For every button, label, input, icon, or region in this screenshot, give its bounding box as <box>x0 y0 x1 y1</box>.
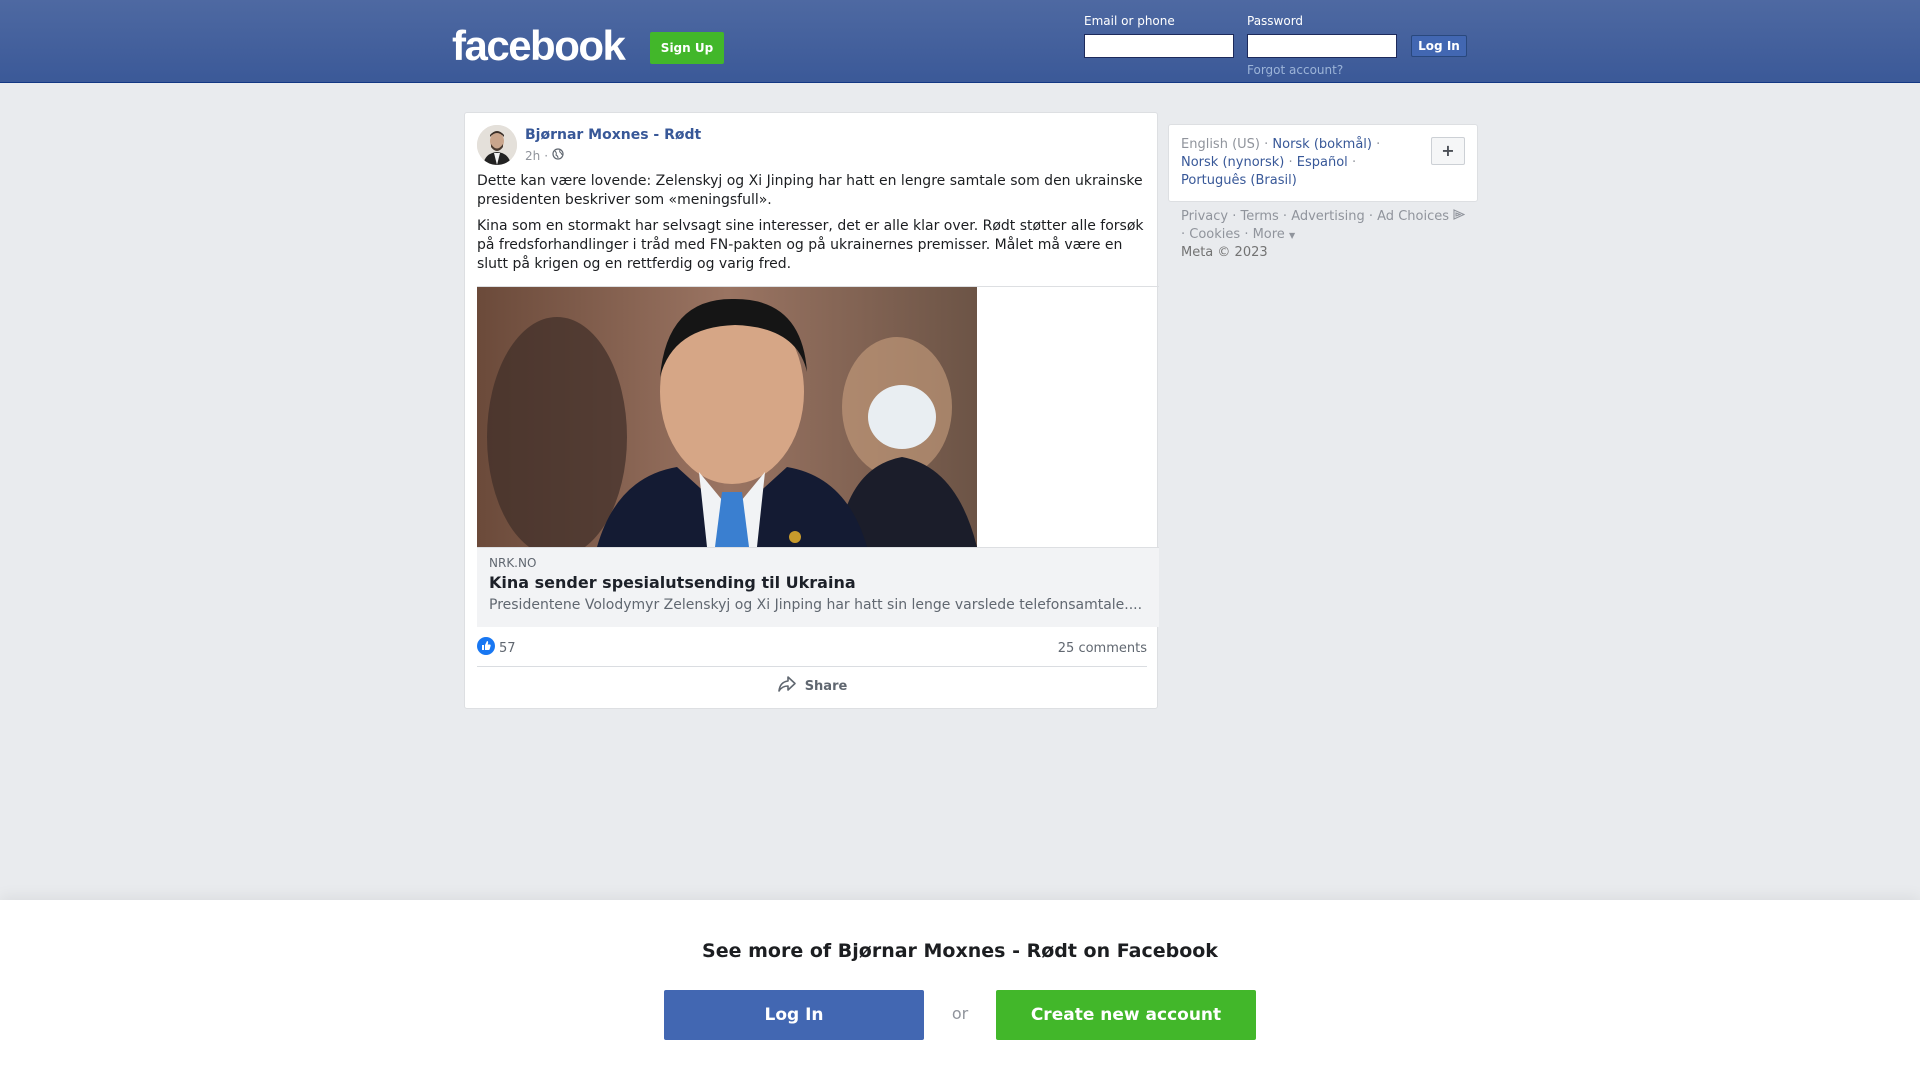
footer-link-privacy[interactable]: Privacy <box>1181 209 1228 224</box>
banner-title: See more of Bjørnar Moxnes - Rødt on Fac… <box>702 940 1218 962</box>
link-source: NRK.NO <box>489 556 537 570</box>
footer-link-ad-choices[interactable]: Ad Choices <box>1377 209 1449 224</box>
post-author-link[interactable]: Bjørnar Moxnes - Rødt <box>525 127 701 143</box>
plus-icon: + <box>1441 141 1455 160</box>
footer-link-cookies[interactable]: Cookies <box>1189 227 1240 242</box>
copyright: Meta © 2023 <box>1181 245 1268 260</box>
share-button[interactable]: Share <box>477 671 1147 701</box>
footer-more-label: More <box>1252 227 1285 242</box>
banner-log-in-button[interactable]: Log In <box>664 990 924 1040</box>
password-label: Password <box>1247 14 1304 28</box>
ad-choices-icon <box>1453 209 1466 224</box>
login-prompt-banner: See more of Bjørnar Moxnes - Rødt on Fac… <box>0 900 1920 1080</box>
top-bar: facebook Sign Up Email or phone Password… <box>0 0 1920 83</box>
link-preview-card[interactable]: NRK.NO Kina sender spesialutsending til … <box>477 286 1159 627</box>
caret-down-icon: ▼ <box>1288 231 1296 240</box>
share-icon <box>777 675 797 697</box>
link-description: Presidentene Volodymyr Zelenskyj og Xi J… <box>489 597 1143 613</box>
post-paragraph: Dette kan være lovende: Zelenskyj og Xi … <box>477 173 1143 208</box>
avatar[interactable] <box>477 125 517 165</box>
more-languages-button[interactable]: + <box>1431 137 1465 165</box>
post-paragraph: Kina som en stormakt har selvsagt sine i… <box>477 218 1144 272</box>
comment-count-link[interactable]: 25 comments <box>1058 641 1147 656</box>
like-count: 57 <box>499 640 516 656</box>
link-preview-image[interactable] <box>477 287 977 547</box>
footer-link-advertising[interactable]: Advertising <box>1291 209 1365 224</box>
email-label: Email or phone <box>1084 14 1175 28</box>
post-meta: 2h · <box>525 148 564 163</box>
footer-link-more[interactable]: More ▼ <box>1253 227 1296 242</box>
facebook-logo[interactable]: facebook <box>452 22 626 70</box>
create-account-button[interactable]: Create new account <box>996 990 1256 1040</box>
language-selector-box: English (US) · Norsk (bokmål) · Norsk (n… <box>1168 124 1478 202</box>
like-count-group[interactable]: 57 <box>477 637 516 659</box>
current-language: English (US) <box>1181 137 1260 152</box>
share-label: Share <box>804 678 848 694</box>
language-link-norsk-bokmal[interactable]: Norsk (bokmål) <box>1272 137 1372 152</box>
language-link-espanol[interactable]: Español <box>1297 155 1348 170</box>
banner-or-label: or <box>951 1004 969 1023</box>
language-list: English (US) · Norsk (bokmål) · Norsk (n… <box>1181 137 1381 188</box>
like-icon <box>477 637 495 659</box>
language-link-portugues-brasil[interactable]: Português (Brasil) <box>1181 173 1297 188</box>
email-field[interactable] <box>1084 34 1234 58</box>
footer-link-terms[interactable]: Terms <box>1240 209 1278 224</box>
reactions-bar: 57 25 comments <box>477 636 1147 660</box>
link-title[interactable]: Kina sender spesialutsending til Ukraina <box>489 573 1147 592</box>
globe-icon <box>552 148 564 163</box>
header-log-in-button[interactable]: Log In <box>1411 35 1467 57</box>
link-preview-details[interactable]: NRK.NO Kina sender spesialutsending til … <box>477 547 1159 627</box>
post-card: Bjørnar Moxnes - Rødt 2h · Dette kan vær… <box>464 112 1159 709</box>
footer-links: Privacy · Terms · Advertising · Ad Choic… <box>1181 208 1481 245</box>
post-time[interactable]: 2h <box>525 149 540 163</box>
forgot-account-link[interactable]: Forgot account? <box>1247 63 1343 77</box>
action-divider <box>477 666 1147 667</box>
language-link-norsk-nynorsk[interactable]: Norsk (nynorsk) <box>1181 155 1284 170</box>
post-body: Dette kan være lovende: Zelenskyj og Xi … <box>477 172 1147 281</box>
sign-up-button[interactable]: Sign Up <box>650 32 724 64</box>
password-field[interactable] <box>1247 34 1397 58</box>
meta-separator: · <box>544 148 549 163</box>
